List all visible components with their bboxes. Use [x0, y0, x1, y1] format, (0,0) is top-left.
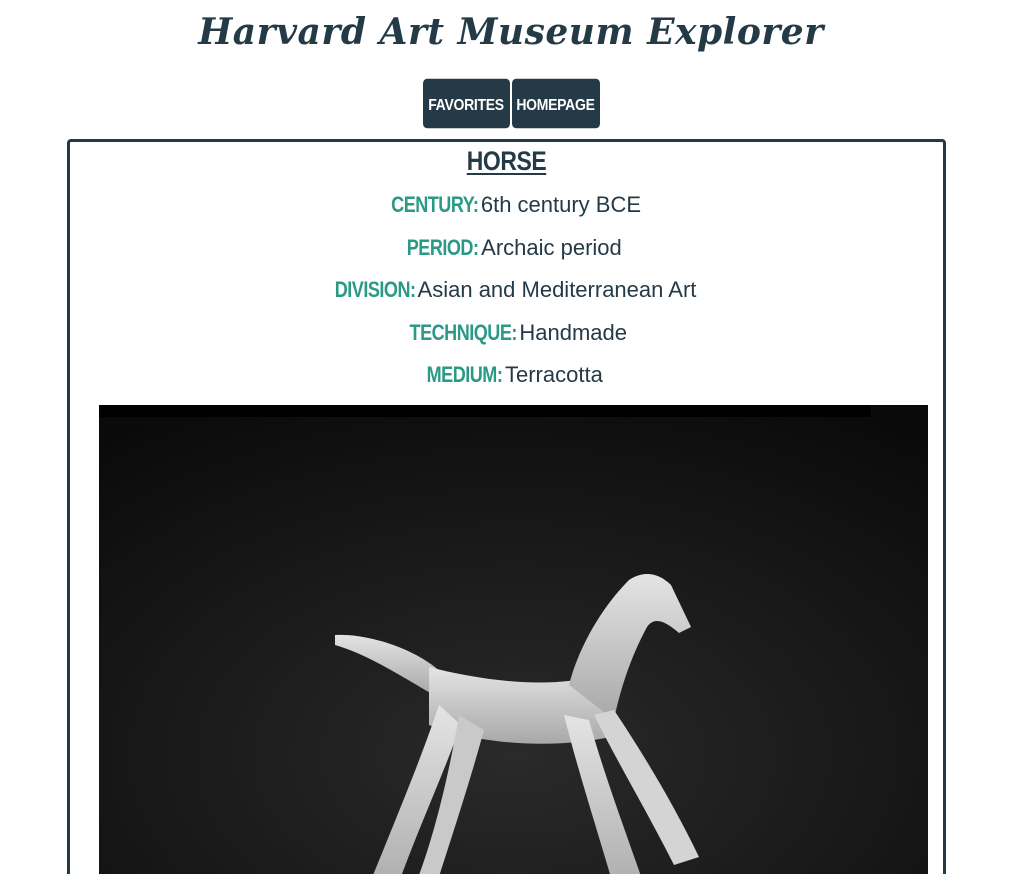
period-value: Archaic period	[481, 235, 622, 260]
technique-row: TECHNIQUE: Handmade	[70, 318, 943, 351]
period-label: PERIOD:	[406, 235, 479, 260]
division-value: Asian and Mediterranean Art	[417, 277, 697, 302]
century-row: CENTURY: 6th century BCE	[70, 190, 943, 223]
favorites-button[interactable]: FAVORITES	[422, 78, 510, 129]
technique-label: TECHNIQUE:	[409, 320, 518, 345]
artwork-image	[99, 405, 928, 874]
century-label: CENTURY:	[391, 192, 479, 217]
artwork-card: HORSE CENTURY: 6th century BCE PERIOD: A…	[67, 139, 946, 874]
division-row: DIVISION: Asian and Mediterranean Art	[70, 275, 943, 308]
horse-figurine-image	[99, 405, 928, 874]
artwork-title: HORSE	[466, 146, 547, 176]
medium-value: Terracotta	[504, 362, 603, 387]
nav-bar: FAVORITES HOMEPAGE	[0, 78, 1022, 129]
division-label: DIVISION:	[334, 277, 416, 302]
medium-row: MEDIUM: Terracotta	[70, 360, 943, 393]
site-title: Harvard Art Museum Explorer	[198, 11, 824, 53]
technique-value: Handmade	[519, 320, 627, 345]
medium-label: MEDIUM:	[426, 362, 503, 387]
century-value: 6th century BCE	[480, 192, 642, 217]
homepage-button[interactable]: HOMEPAGE	[511, 78, 600, 129]
period-row: PERIOD: Archaic period	[70, 233, 943, 266]
